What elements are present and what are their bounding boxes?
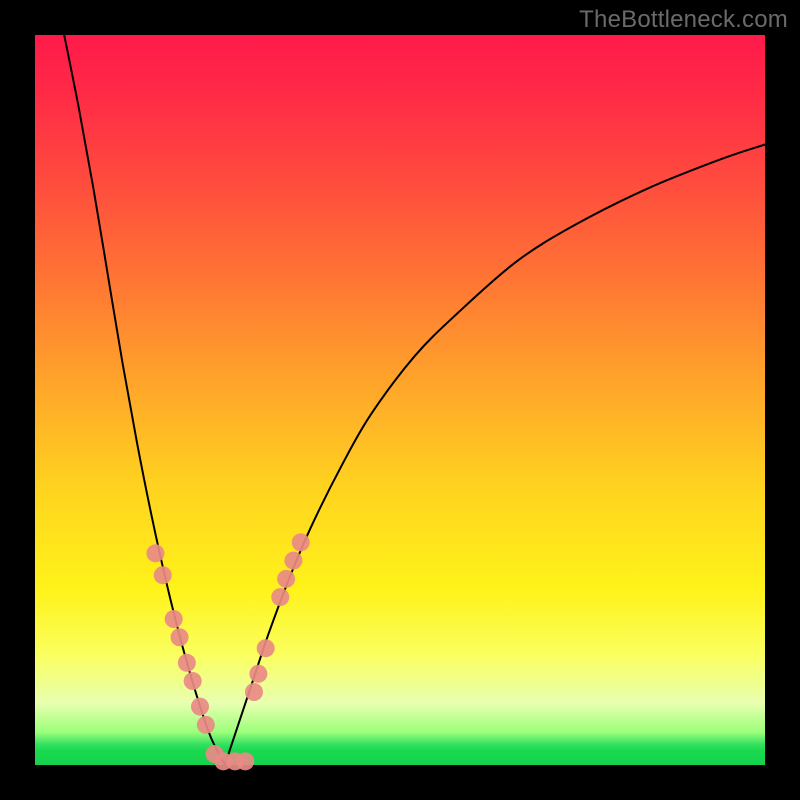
marker-point <box>178 654 196 672</box>
marker-point <box>245 683 263 701</box>
marker-point <box>171 628 189 646</box>
marker-point <box>165 610 183 628</box>
curve-left_branch <box>64 35 225 765</box>
marker-point <box>184 672 202 690</box>
marker-point <box>249 665 267 683</box>
watermark-label: TheBottleneck.com <box>579 6 788 34</box>
marker-point <box>292 533 310 551</box>
chart-frame: TheBottleneck.com <box>0 0 800 800</box>
marker-point <box>154 566 172 584</box>
chart-plot-area <box>35 35 765 765</box>
marker-point <box>257 639 275 657</box>
marker-point <box>284 552 302 570</box>
marker-point <box>146 544 164 562</box>
marker-point <box>191 698 209 716</box>
marker-point <box>236 752 254 770</box>
marker-point <box>197 716 215 734</box>
chart-curves <box>64 35 765 765</box>
chart-svg <box>35 35 765 765</box>
marker-point <box>271 588 289 606</box>
chart-markers <box>146 533 309 770</box>
marker-point <box>277 570 295 588</box>
curve-right_branch <box>225 145 765 766</box>
